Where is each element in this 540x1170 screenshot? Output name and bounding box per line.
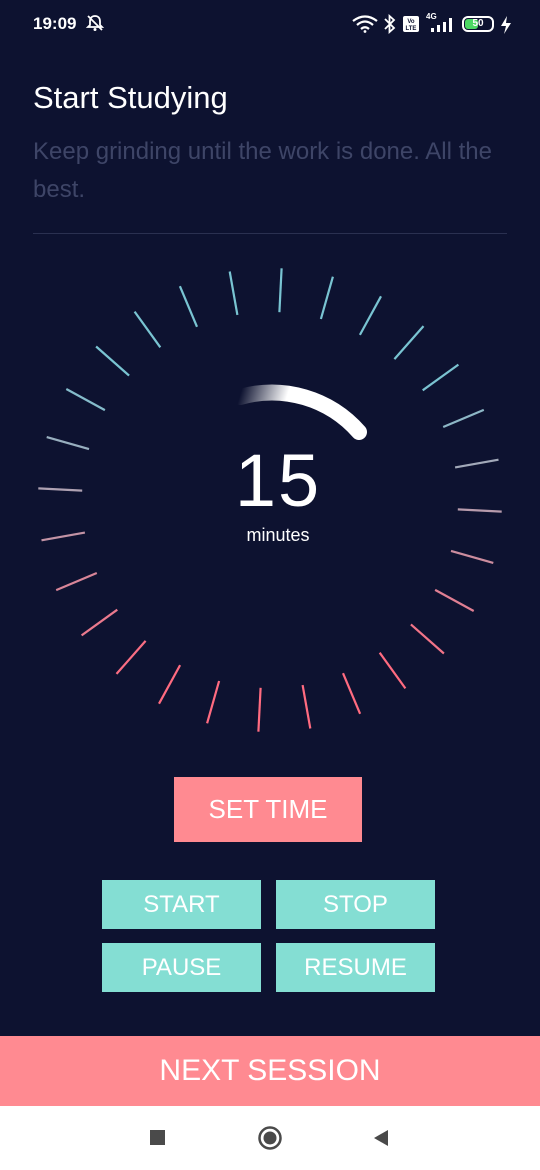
timer-tick (158, 664, 182, 705)
timer-tick (178, 285, 199, 328)
battery-level: 50 (472, 18, 484, 29)
timer-tick (206, 680, 221, 724)
start-button[interactable]: START (102, 880, 261, 929)
stop-button[interactable]: STOP (276, 880, 435, 929)
navigation-bar (0, 1106, 540, 1170)
timer-tick (65, 388, 106, 412)
timer-tick (278, 268, 283, 313)
back-icon[interactable] (372, 1129, 390, 1147)
timer-value: 15 (234, 439, 322, 522)
pause-button[interactable]: PAUSE (102, 943, 261, 992)
timer-tick (55, 571, 98, 592)
timer-tick (450, 549, 494, 564)
charging-icon (501, 16, 511, 34)
timer-tick (301, 684, 312, 729)
timer-tick (393, 325, 425, 360)
page-subtitle: Keep grinding until the work is done. Al… (33, 138, 492, 203)
page-title: Start Studying (33, 80, 228, 115)
timer-tick (228, 271, 239, 316)
timer-tick (115, 640, 147, 675)
timer-tick (434, 588, 475, 612)
set-time-button[interactable]: SET TIME (174, 777, 362, 842)
timer-tick (442, 408, 485, 429)
recents-icon[interactable] (150, 1130, 165, 1145)
svg-text:Vo: Vo (407, 19, 415, 25)
next-session-button[interactable]: NEXT SESSION (0, 1036, 540, 1106)
volte-icon: Vo LTE (403, 16, 419, 32)
timer-tick (422, 363, 460, 392)
timer-tick (410, 623, 445, 655)
signal-icon (431, 18, 452, 32)
timer-tick (257, 687, 262, 732)
timer-tick (358, 295, 382, 336)
timer-progress-arc (232, 384, 367, 440)
status-bar: 19:09 Vo LTE 4G 50 (0, 0, 540, 48)
status-time: 19:09 (33, 14, 77, 33)
alarm-off-icon (85, 15, 105, 31)
home-icon[interactable] (257, 1125, 283, 1151)
timer-unit: minutes (246, 525, 310, 545)
timer-tick (95, 345, 130, 377)
timer-tick (319, 276, 334, 320)
timer-tick (80, 608, 118, 637)
wifi-icon (352, 15, 378, 33)
resume-button[interactable]: RESUME (276, 943, 435, 992)
svg-text:LTE: LTE (406, 26, 417, 32)
bluetooth-icon (384, 14, 396, 34)
battery-icon: 50 (462, 16, 494, 32)
timer-tick (133, 310, 162, 348)
timer-tick (378, 652, 407, 690)
timer-tick (341, 672, 362, 715)
divider (33, 233, 507, 234)
